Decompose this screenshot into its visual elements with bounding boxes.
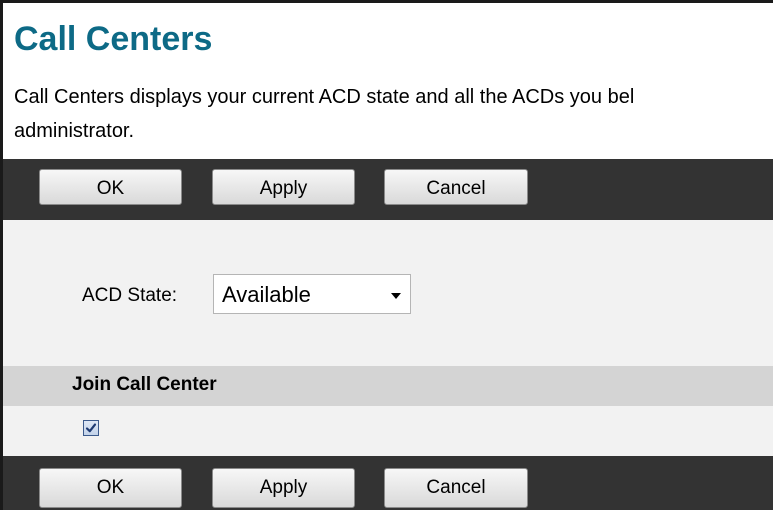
- checkmark-icon: [85, 423, 97, 433]
- join-call-center-header-label: Join Call Center: [72, 374, 217, 395]
- apply-button[interactable]: Apply: [212, 169, 355, 205]
- page-title: Call Centers: [14, 20, 213, 58]
- cancel-button-bottom[interactable]: Cancel: [384, 468, 528, 508]
- join-call-center-checkbox[interactable]: [83, 420, 99, 436]
- dropdown-arrow-icon: [391, 293, 401, 299]
- bottom-toolbar: OK Apply Cancel: [3, 456, 773, 510]
- acd-state-selected-value: Available: [222, 282, 311, 307]
- content-area: ACD State: Available Join Call Center: [3, 220, 773, 456]
- ok-button-bottom[interactable]: OK: [39, 468, 182, 508]
- acd-state-label: ACD State:: [82, 285, 178, 306]
- ok-button[interactable]: OK: [39, 169, 182, 205]
- join-call-center-header: Join Call Center: [3, 366, 773, 406]
- top-toolbar: OK Apply Cancel: [3, 159, 773, 220]
- app-frame: Call Centers Call Centers displays your …: [0, 0, 773, 510]
- acd-state-select[interactable]: Available: [213, 274, 411, 314]
- top-border: [0, 0, 773, 3]
- page-description-line-2: administrator.: [14, 120, 135, 142]
- apply-button-bottom[interactable]: Apply: [212, 468, 355, 508]
- page-description: Call Centers displays your current ACD s…: [14, 80, 773, 148]
- page-description-line-1: Call Centers displays your current ACD s…: [14, 86, 635, 108]
- cancel-button[interactable]: Cancel: [384, 169, 528, 205]
